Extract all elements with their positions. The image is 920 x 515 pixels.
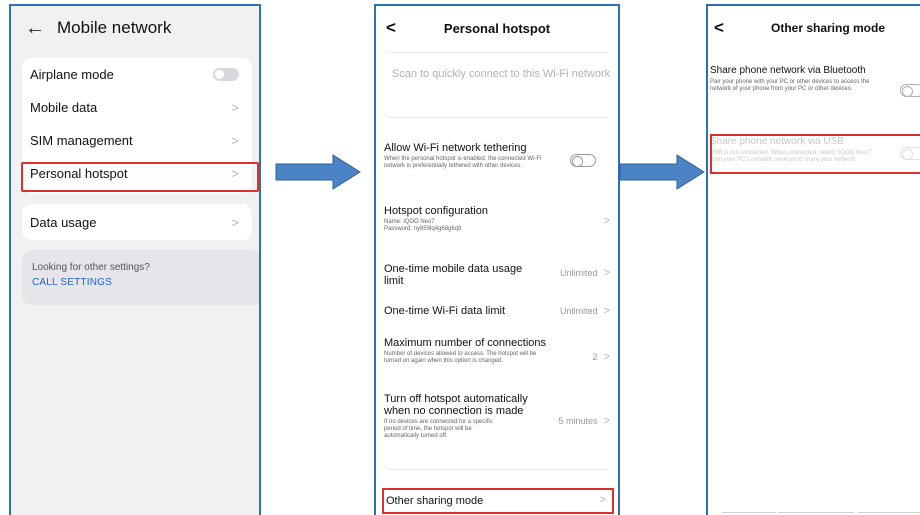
chevron-right-icon: > bbox=[603, 351, 610, 363]
chevron-right-icon: > bbox=[603, 267, 610, 279]
bluetooth-sharing-row[interactable]: Share phone network via Bluetooth Pair y… bbox=[710, 65, 920, 97]
other-settings-question: Looking for other settings? bbox=[32, 262, 150, 273]
data-usage-card[interactable]: Data usage > bbox=[22, 204, 252, 240]
sim-management-row[interactable]: SIM management > bbox=[22, 124, 252, 157]
mobile-data-row[interactable]: Mobile data > bbox=[22, 91, 252, 124]
divider bbox=[722, 512, 776, 513]
mobile-network-screen: ← Mobile network Airplane mode Mobile da… bbox=[9, 4, 261, 515]
setting-value: Unlimited > bbox=[560, 305, 610, 317]
setting-title: Turn off hotspot automatically when no c… bbox=[384, 393, 528, 417]
arrow-right-icon bbox=[275, 154, 361, 190]
auto-off-row[interactable]: Turn off hotspot automatically when no c… bbox=[384, 393, 614, 440]
highlight-box bbox=[21, 162, 259, 192]
setting-description: Number of devices allowed to access. The… bbox=[384, 351, 537, 364]
header: < Personal hotspot bbox=[376, 18, 618, 40]
hotspot-name: Name: iQOO Neo7 bbox=[384, 219, 435, 225]
hotspot-configuration-row[interactable]: Hotspot configuration Name: iQOO Neo7 Pa… bbox=[384, 205, 614, 233]
other-settings-card: Looking for other settings? CALL SETTING… bbox=[22, 250, 259, 305]
arrow-right-icon bbox=[619, 154, 705, 190]
other-sharing-mode-row[interactable]: Other sharing mode > bbox=[382, 488, 614, 514]
hotspot-password: Password: ny859lq4g68g6q9 bbox=[384, 226, 462, 232]
scan-hint: Scan to quickly connect to this Wi-Fi ne… bbox=[391, 68, 611, 80]
page-title: Mobile network bbox=[57, 18, 172, 37]
chevron-right-icon: > bbox=[231, 133, 239, 148]
tethering-toggle[interactable] bbox=[570, 154, 596, 167]
setting-title: Hotspot configuration bbox=[384, 205, 488, 217]
row-label: Other sharing mode bbox=[386, 495, 484, 507]
airplane-mode-row[interactable]: Airplane mode bbox=[22, 58, 252, 91]
setting-value: 2 > bbox=[592, 351, 610, 363]
setting-title: Allow Wi-Fi network tethering bbox=[384, 142, 527, 154]
mobile-data-limit-row[interactable]: One-time mobile data usage limit Unlimit… bbox=[384, 263, 614, 287]
chevron-right-icon: > bbox=[231, 214, 239, 230]
wifi-data-limit-row[interactable]: One-time Wi-Fi data limit Unlimited > bbox=[384, 305, 614, 317]
setting-description: When the personal hotspot is enabled, th… bbox=[384, 156, 542, 169]
chevron-right-icon: > bbox=[603, 415, 610, 427]
setting-title: Share phone network via Bluetooth bbox=[710, 65, 866, 76]
row-label: SIM management bbox=[30, 133, 133, 148]
setting-title: One-time mobile data usage limit bbox=[384, 263, 523, 287]
bluetooth-sharing-toggle[interactable] bbox=[900, 84, 920, 97]
other-sharing-mode-screen: < Other sharing mode Share phone network… bbox=[706, 4, 920, 515]
page-title: Other sharing mode bbox=[770, 21, 886, 35]
chevron-right-icon: > bbox=[599, 494, 606, 506]
setting-title: Maximum number of connections bbox=[384, 337, 547, 349]
row-label: Mobile data bbox=[30, 100, 98, 115]
page-title: Personal hotspot bbox=[443, 21, 551, 36]
divider bbox=[388, 117, 608, 118]
setting-description: Pair your phone with your PC or other de… bbox=[710, 79, 870, 92]
setting-value: Unlimited > bbox=[560, 267, 610, 279]
divider bbox=[778, 512, 854, 513]
setting-value: 5 minutes > bbox=[558, 415, 610, 427]
arrow-left-icon[interactable]: ← bbox=[25, 18, 51, 38]
call-settings-link[interactable]: CALL SETTINGS bbox=[32, 277, 252, 288]
header: ← Mobile network bbox=[11, 6, 259, 50]
airplane-mode-toggle[interactable] bbox=[213, 68, 239, 81]
divider bbox=[388, 52, 608, 53]
personal-hotspot-screen: < Personal hotspot Scan to quickly conne… bbox=[374, 4, 620, 515]
divider bbox=[858, 512, 920, 513]
chevron-left-icon[interactable]: < bbox=[714, 18, 724, 38]
data-usage-row[interactable]: Data usage > bbox=[22, 204, 252, 240]
max-connections-row[interactable]: Maximum number of connections Number of … bbox=[384, 337, 614, 365]
allow-tethering-row[interactable]: Allow Wi-Fi network tethering When the p… bbox=[384, 142, 614, 170]
chevron-right-icon: > bbox=[603, 215, 610, 227]
setting-description: If no devices are connected for a specif… bbox=[384, 419, 493, 439]
highlight-box bbox=[710, 134, 920, 174]
chevron-right-icon: > bbox=[231, 100, 239, 115]
divider bbox=[388, 469, 608, 470]
chevron-right-icon: > bbox=[603, 305, 610, 317]
row-label: Airplane mode bbox=[30, 67, 114, 82]
row-label: Data usage bbox=[30, 214, 97, 230]
